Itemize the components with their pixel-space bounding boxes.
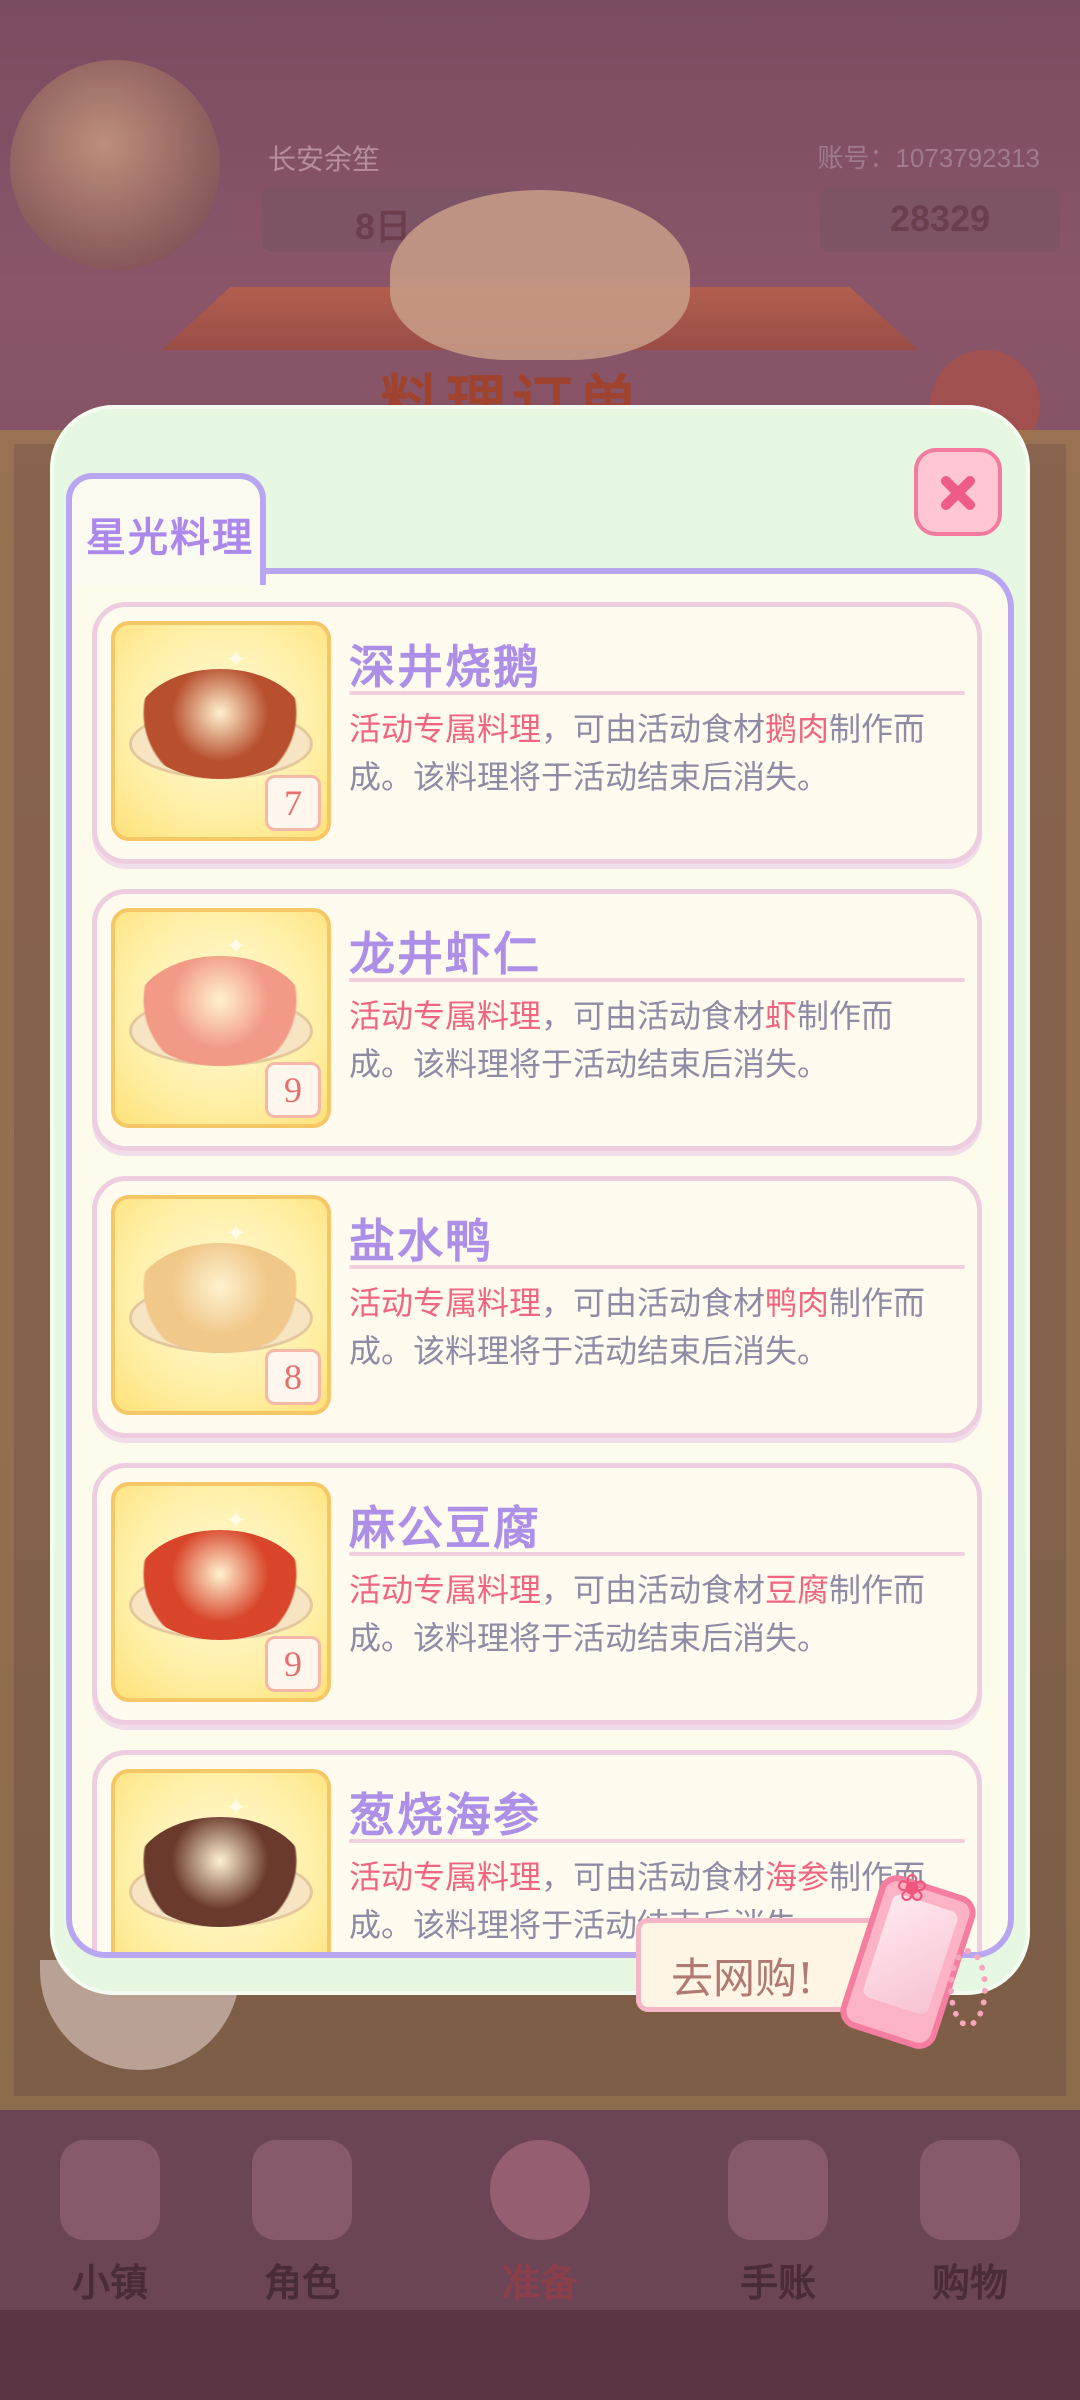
dish-description: 活动专属料理，可由活动食材虾制作而成。该料理将于活动结束后消失。 — [349, 992, 949, 1088]
dish-count-badge: 7 — [265, 775, 321, 831]
tab-starlight-recipes[interactable]: 星光料理 — [66, 473, 266, 585]
exclusive-tag: 活动专属料理 — [349, 710, 542, 748]
sparkle-icon: ✦ — [225, 1219, 247, 1249]
nav-item-town: 小镇 — [40, 2140, 180, 2307]
dish-icon — [135, 956, 305, 1066]
close-icon[interactable] — [914, 448, 1002, 536]
dish-icon — [135, 1530, 305, 1640]
ingredient-name: 鸭肉 — [765, 1284, 830, 1322]
exclusive-tag: 活动专属料理 — [349, 997, 542, 1035]
dish-name: 深井烧鹅 — [349, 640, 541, 694]
recipe-card[interactable]: ✦ 8 盐水鸭 活动专属料理，可由活动食材鸭肉制作而成。该料理将于活动结束后消失。 — [92, 1176, 982, 1438]
nav-label: 购物 — [931, 2261, 1008, 2305]
recipe-card[interactable]: ✦ 9 麻公豆腐 活动专属料理，可由活动食材豆腐制作而成。该料理将于活动结束后消失。 — [92, 1463, 982, 1725]
dish-count-badge: 8 — [265, 1349, 321, 1405]
ingredient-name: 豆腐 — [765, 1571, 830, 1609]
shop-button-label: 去网购! — [671, 1954, 814, 2003]
description-text: ，可由活动食材 — [541, 1858, 766, 1896]
exclusive-tag: 活动专属料理 — [349, 1858, 542, 1896]
dish-image: ✦ 9 — [111, 908, 331, 1128]
ingredient-name: 海参 — [765, 1858, 830, 1896]
bottom-strip — [0, 2310, 1080, 2400]
currency-value: 28329 — [890, 198, 991, 239]
divider — [349, 691, 965, 695]
bow-icon: ❀ — [896, 1866, 928, 1910]
sparkle-icon: ✦ — [225, 645, 247, 675]
dish-description: 活动专属料理，可由活动食材鸭肉制作而成。该料理将于活动结束后消失。 — [349, 1279, 949, 1375]
exclusive-tag: 活动专属料理 — [349, 1284, 542, 1322]
dish-name: 葱烧海参 — [349, 1788, 541, 1842]
dish-description: 活动专属料理，可由活动食材鹅肉制作而成。该料理将于活动结束后消失。 — [349, 705, 949, 801]
description-text: ，可由活动食材 — [541, 1284, 766, 1322]
map-icon — [60, 2140, 160, 2240]
phone-charm-icon — [948, 1948, 988, 2028]
dish-image: ✦ — [111, 1769, 331, 1952]
dish-name: 盐水鸭 — [349, 1214, 493, 1268]
nav-label: 角色 — [263, 2261, 340, 2305]
bear-mascot — [390, 190, 690, 360]
character-icon — [252, 2140, 352, 2240]
ingredient-name: 鹅肉 — [765, 710, 830, 748]
nav-label: 小镇 — [71, 2261, 148, 2305]
recipe-card[interactable]: ✦ 7 深井烧鹅 活动专属料理，可由活动食材鹅肉制作而成。该料理将于活动结束后消失。 — [92, 602, 982, 864]
nav-label: 准备 — [501, 2261, 578, 2305]
player-name: 长安余笙 — [268, 144, 381, 175]
description-text: ，可由活动食材 — [541, 1571, 766, 1609]
dish-icon — [135, 1243, 305, 1353]
go-shopping-button[interactable]: 去网购! ❀ — [636, 1866, 992, 2054]
dish-icon — [135, 1817, 305, 1927]
dish-name: 龙井虾仁 — [349, 927, 541, 981]
nav-label: 手账 — [739, 2261, 816, 2305]
sparkle-icon: ✦ — [225, 1793, 247, 1823]
prepare-icon — [490, 2140, 590, 2240]
sparkle-icon: ✦ — [225, 932, 247, 962]
account-id: 账号：1073792313 — [817, 143, 1040, 173]
nav-item-journal: 手账 — [708, 2140, 848, 2307]
recipe-list[interactable]: ✦ 7 深井烧鹅 活动专属料理，可由活动食材鹅肉制作而成。该料理将于活动结束后消失。 ✦… — [72, 574, 1008, 1952]
tab-label: 星光料理 — [86, 515, 254, 561]
shopping-bag-icon — [920, 2140, 1020, 2240]
journal-icon — [728, 2140, 828, 2240]
divider — [349, 1552, 965, 1556]
dish-description: 活动专属料理，可由活动食材豆腐制作而成。该料理将于活动结束后消失。 — [349, 1566, 949, 1662]
recipe-panel: ✦ 7 深井烧鹅 活动专属料理，可由活动食材鹅肉制作而成。该料理将于活动结束后消失。 ✦… — [66, 568, 1014, 1958]
description-text: ，可由活动食材 — [541, 997, 766, 1035]
dish-image: ✦ 7 — [111, 621, 331, 841]
recipe-card[interactable]: ✦ 9 龙井虾仁 活动专属料理，可由活动食材虾制作而成。该料理将于活动结束后消失。 — [92, 889, 982, 1151]
nav-item-character: 角色 — [232, 2140, 372, 2307]
player-avatar — [10, 60, 220, 270]
dish-count-badge: 9 — [265, 1062, 321, 1118]
nav-item-shopping: 购物 — [900, 2140, 1040, 2307]
divider — [349, 1265, 965, 1269]
dish-image: ✦ 8 — [111, 1195, 331, 1415]
dish-name: 麻公豆腐 — [349, 1501, 541, 1555]
divider — [349, 978, 965, 982]
exclusive-tag: 活动专属料理 — [349, 1571, 542, 1609]
dish-image: ✦ 9 — [111, 1482, 331, 1702]
nav-item-prepare: 准备 — [470, 2140, 610, 2307]
dish-icon — [135, 669, 305, 779]
description-text: ，可由活动食材 — [541, 710, 766, 748]
dish-count-badge: 9 — [265, 1636, 321, 1692]
divider — [349, 1839, 965, 1843]
sparkle-icon: ✦ — [225, 1506, 247, 1536]
ingredient-name: 虾 — [765, 997, 798, 1035]
